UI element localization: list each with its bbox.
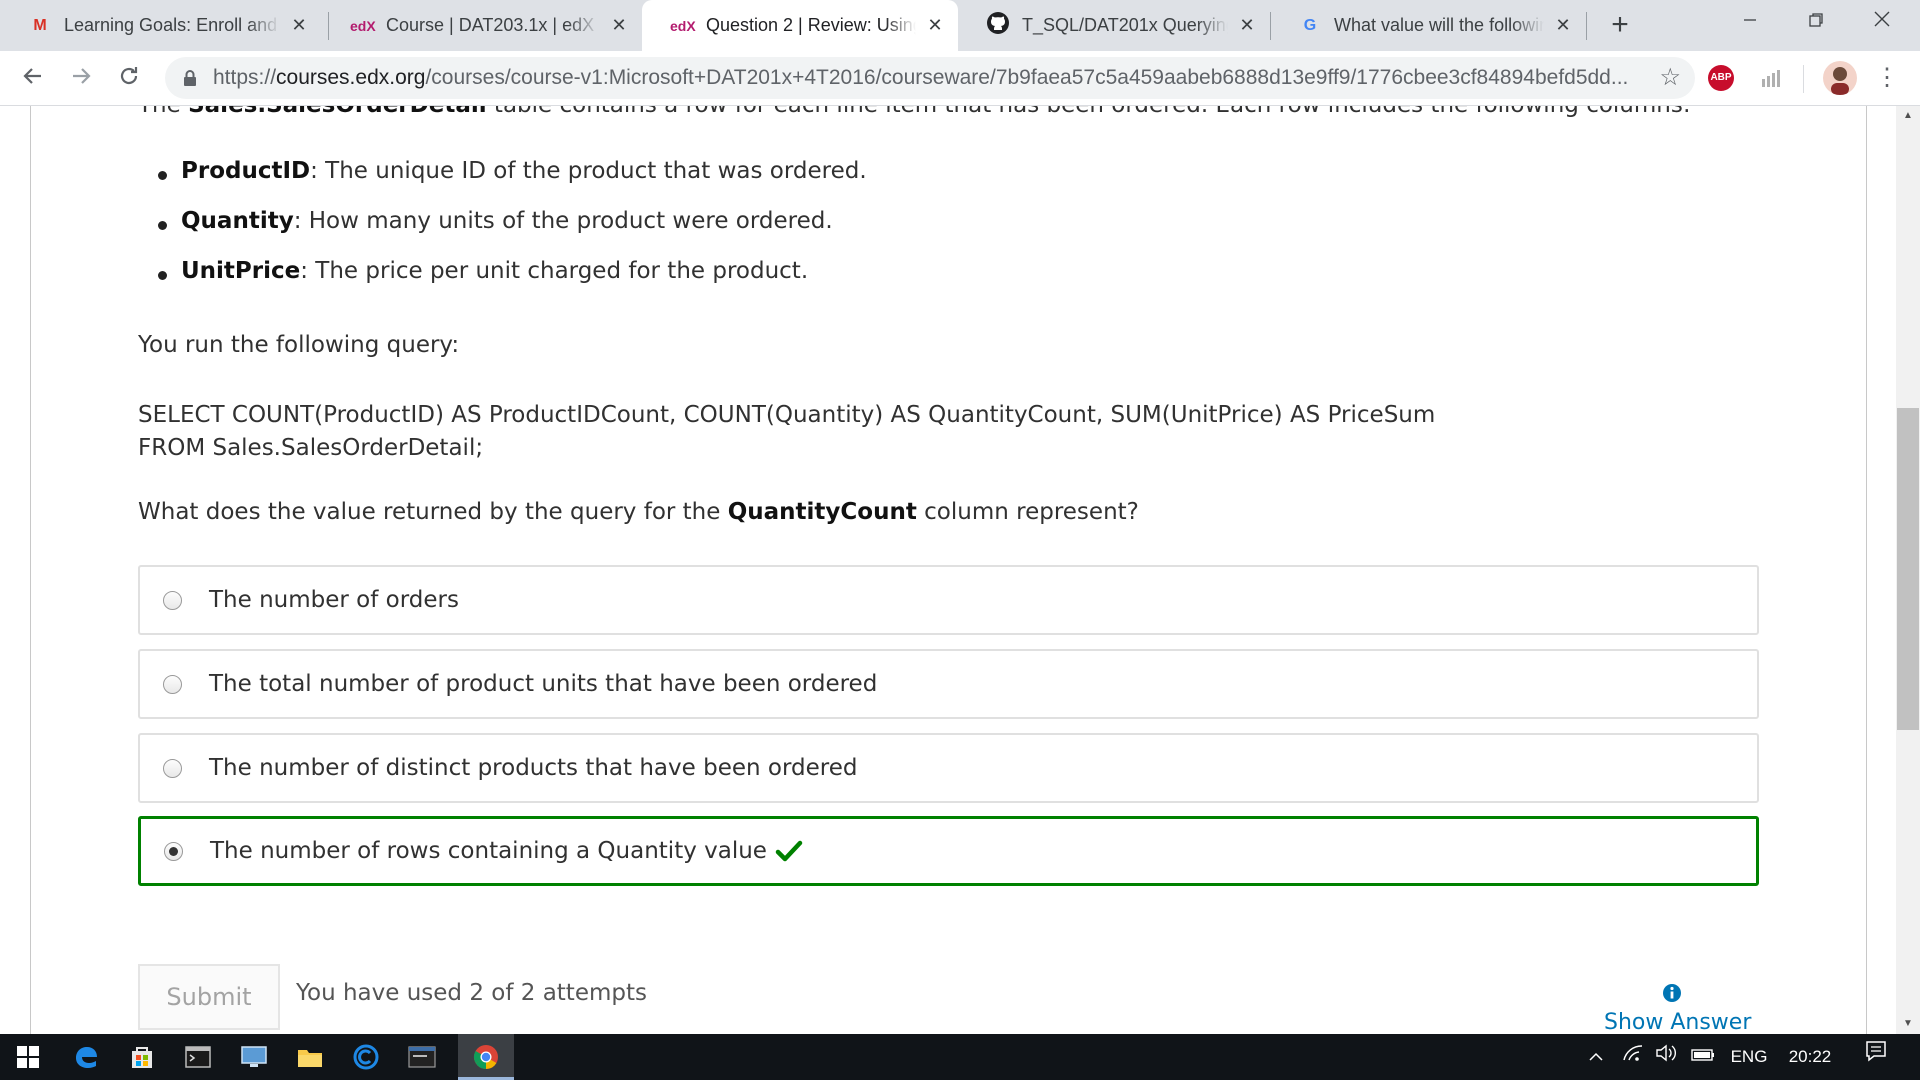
language-indicator[interactable]: ENG — [1726, 1034, 1772, 1080]
url-text: https://courses.edx.org/courses/course-v… — [213, 66, 1629, 89]
tab-title: T_SQL/DAT201x Querying w — [1022, 15, 1228, 35]
list-item: UnitPrice: The price per unit charged fo… — [138, 258, 867, 308]
back-button[interactable] — [14, 60, 52, 98]
tab-title: What value will the followin — [1334, 15, 1544, 35]
info-icon — [1663, 984, 1681, 1002]
tab-edx-question[interactable]: edX Question 2 | Review: Using I ✕ — [642, 0, 958, 51]
extension-chart-icon[interactable] — [1760, 67, 1784, 89]
volume-icon[interactable] — [1652, 1034, 1682, 1080]
battery-icon[interactable] — [1688, 1034, 1718, 1080]
notification-icon[interactable] — [1858, 1034, 1894, 1080]
forward-button[interactable] — [62, 60, 100, 98]
kebab-menu-icon[interactable]: ⋮ — [1872, 60, 1902, 98]
choice-label: The total number of product units that h… — [209, 671, 878, 697]
choice-option[interactable]: The number of orders — [138, 565, 1759, 635]
choice-label: The number of distinct products that hav… — [209, 755, 858, 781]
lock-icon — [184, 70, 196, 86]
scrollbar-thumb[interactable] — [1897, 408, 1919, 730]
sql-query: SELECT COUNT(ProductID) AS ProductIDCoun… — [138, 399, 1435, 465]
scroll-up-arrow-icon[interactable]: ▲ — [1896, 106, 1920, 126]
file-explorer-icon[interactable] — [282, 1034, 338, 1080]
bookmark-star-icon[interactable]: ☆ — [1659, 57, 1681, 99]
sql-line: SELECT COUNT(ProductID) AS ProductIDCoun… — [138, 402, 1436, 428]
browser-toolbar: https://courses.edx.org/courses/course-v… — [0, 51, 1920, 106]
tab-separator — [1586, 12, 1587, 40]
store-icon[interactable] — [114, 1034, 170, 1080]
choice-label: The number of rows containing a Quantity… — [210, 838, 767, 864]
checkmark-icon — [775, 840, 803, 862]
restore-icon[interactable] — [1786, 0, 1846, 46]
tab-title: Course | DAT203.1x | edX — [386, 15, 595, 35]
edge-browser-icon[interactable] — [58, 1034, 114, 1080]
remote-desktop-icon[interactable] — [226, 1034, 282, 1080]
tab-gmail[interactable]: M Learning Goals: Enroll and c ✕ — [0, 0, 322, 51]
arrow-right-icon — [73, 68, 91, 84]
choice-option[interactable]: The total number of product units that h… — [138, 649, 1759, 719]
reload-button[interactable] — [110, 60, 148, 98]
scroll-down-arrow-icon[interactable]: ▼ — [1896, 1014, 1920, 1034]
submit-button[interactable]: Submit — [138, 964, 280, 1030]
radio-button[interactable] — [163, 758, 182, 778]
adblock-plus-icon[interactable]: ABP — [1708, 65, 1734, 91]
radio-button[interactable] — [163, 674, 182, 694]
content-border — [1866, 106, 1867, 1034]
google-icon: G — [1303, 16, 1317, 34]
edx-icon: edX — [350, 17, 376, 34]
question-text: What does the value returned by the quer… — [138, 499, 1139, 525]
list-item: Quantity: How many units of the product … — [138, 208, 867, 258]
tab-edx-course[interactable]: edX Course | DAT203.1x | edX ✕ — [322, 0, 642, 51]
new-tab-button[interactable]: + — [1602, 6, 1638, 44]
close-tab-icon[interactable]: ✕ — [1552, 15, 1574, 36]
tab-title: Question 2 | Review: Using I — [706, 15, 916, 35]
profile-avatar[interactable] — [1823, 61, 1857, 95]
toolbar-divider — [1803, 65, 1804, 93]
column-list: ProductID: The unique ID of the product … — [138, 158, 867, 308]
list-item: ProductID: The unique ID of the product … — [138, 158, 867, 208]
tab-strip: M Learning Goals: Enroll and c ✕ edX Cou… — [0, 0, 1920, 51]
choice-label: The number of orders — [209, 587, 459, 613]
tab-title: Learning Goals: Enroll and c — [64, 15, 280, 35]
close-tab-icon[interactable]: ✕ — [288, 15, 310, 36]
terminal-icon[interactable] — [170, 1034, 226, 1080]
wifi-icon[interactable] — [1618, 1034, 1648, 1080]
show-answer-button[interactable]: Show Answer — [1604, 1010, 1751, 1034]
choice-option[interactable]: The number of distinct products that hav… — [138, 733, 1759, 803]
arrow-left-icon — [23, 68, 41, 84]
close-tab-icon[interactable]: ✕ — [924, 15, 946, 36]
edx-icon: edX — [670, 17, 696, 34]
page-viewport: The Sales.SalesOrderDetail table contain… — [0, 106, 1896, 1034]
close-tab-icon[interactable]: ✕ — [608, 15, 630, 36]
reload-icon — [120, 67, 138, 85]
close-tab-icon[interactable]: ✕ — [1236, 15, 1258, 36]
minimize-icon[interactable] — [1720, 0, 1780, 46]
github-icon — [986, 11, 1010, 40]
tab-google-search[interactable]: G What value will the followin ✕ — [1270, 0, 1586, 51]
intro-paragraph: The Sales.SalesOrderDetail table contain… — [138, 106, 1691, 118]
content-border — [30, 106, 31, 1034]
clock[interactable]: 20:22 — [1780, 1034, 1840, 1080]
windows-taskbar: ENG 20:22 — [0, 1034, 1920, 1080]
address-bar[interactable]: https://courses.edx.org/courses/course-v… — [165, 57, 1695, 99]
vertical-scrollbar[interactable]: ▲ ▼ — [1896, 106, 1920, 1034]
app-c-icon[interactable] — [338, 1034, 394, 1080]
tab-github[interactable]: T_SQL/DAT201x Querying w ✕ — [958, 0, 1270, 51]
radio-button-selected[interactable] — [164, 841, 183, 861]
chrome-icon[interactable] — [458, 1034, 514, 1080]
python-terminal-icon[interactable] — [394, 1034, 450, 1080]
choice-option-correct[interactable]: The number of rows containing a Quantity… — [138, 816, 1759, 886]
sql-line: FROM Sales.SalesOrderDetail; — [138, 435, 484, 461]
close-window-icon[interactable] — [1852, 0, 1912, 46]
attempts-text: You have used 2 of 2 attempts — [296, 980, 647, 1006]
windows-start-icon[interactable] — [0, 1034, 56, 1080]
radio-button[interactable] — [163, 590, 182, 610]
chevron-up-icon[interactable] — [1582, 1034, 1610, 1080]
run-query-text: You run the following query: — [138, 332, 460, 358]
gmail-icon: M — [33, 16, 47, 34]
